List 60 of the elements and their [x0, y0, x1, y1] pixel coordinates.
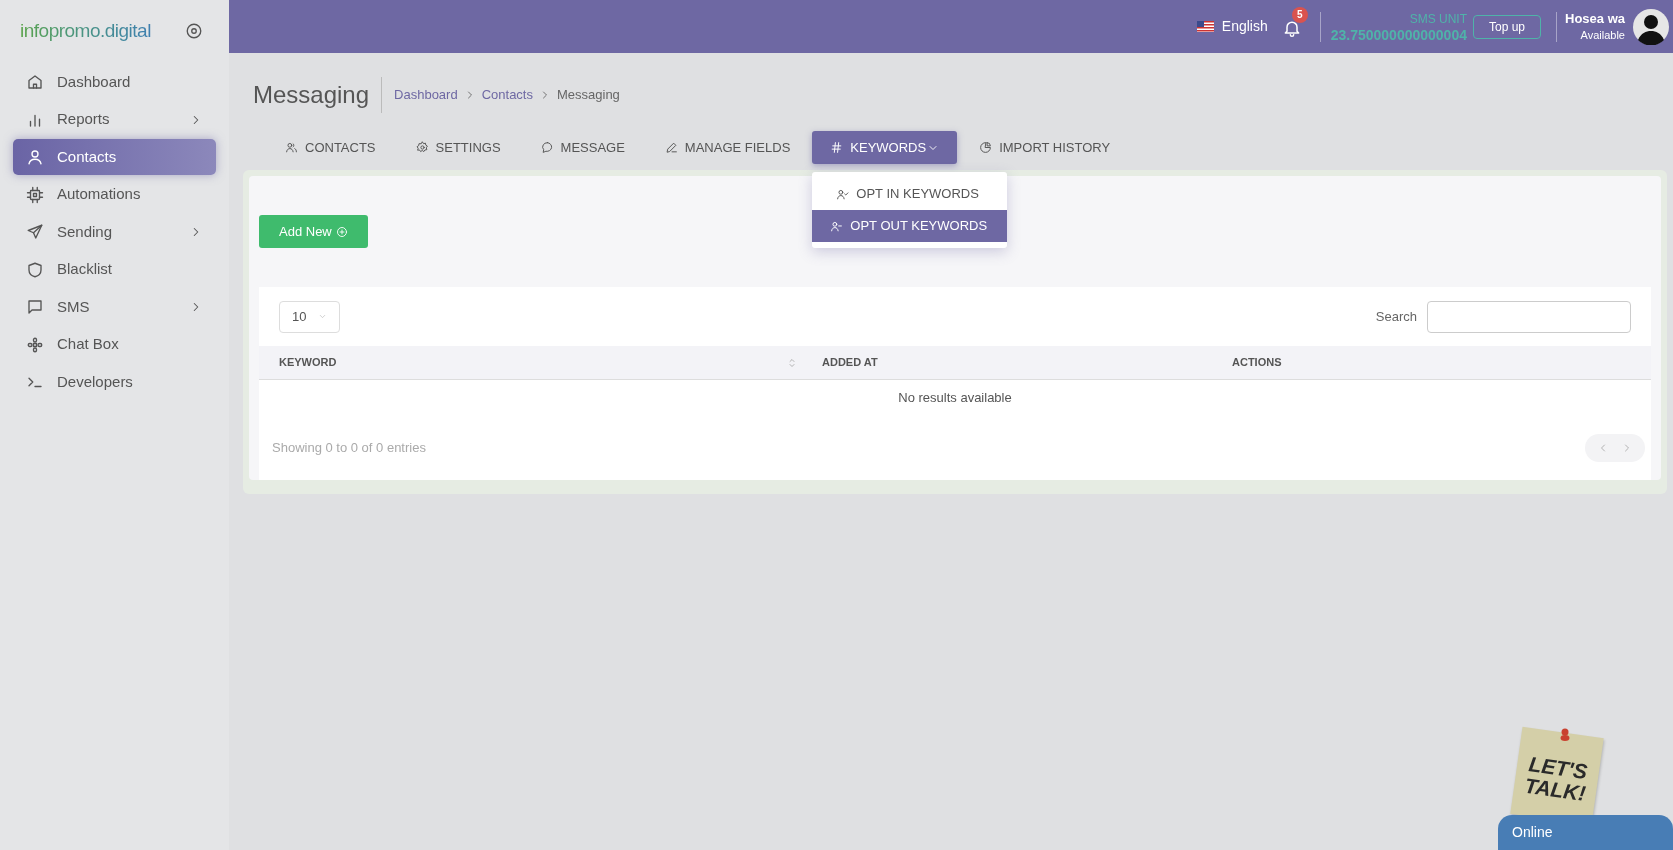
- nav-item[interactable]: Chat Box: [13, 326, 216, 363]
- home-icon: [26, 73, 44, 91]
- search-label: Search: [1375, 307, 1417, 326]
- grid-icon: [26, 335, 44, 354]
- user-status: Available: [1580, 27, 1625, 43]
- sort-icon: [786, 356, 798, 369]
- speech-bubble-icon: [540, 141, 554, 154]
- nav-item[interactable]: Dashboard: [13, 64, 216, 100]
- column-header[interactable]: KEYWORD: [259, 354, 802, 371]
- users-icon: [285, 141, 298, 154]
- gear-icon: [415, 141, 429, 154]
- nav-item[interactable]: Blacklist: [13, 251, 216, 288]
- tab[interactable]: KEYWORDS: [812, 131, 958, 164]
- pin-icon: [1560, 728, 1570, 742]
- plus-circle-icon: [335, 225, 348, 238]
- shield-icon: [26, 260, 44, 279]
- notification-badge: 5: [1291, 6, 1308, 23]
- user-name: Hosea wa: [1565, 9, 1625, 27]
- hash-icon: [830, 141, 844, 154]
- tab[interactable]: IMPORT HISTORY: [961, 131, 1129, 164]
- pie-chart-icon: [979, 141, 993, 154]
- nav-item[interactable]: Automations: [13, 176, 216, 213]
- top-up-button[interactable]: Top up: [1473, 14, 1541, 39]
- send-icon: [26, 223, 44, 241]
- column-header[interactable]: ADDED AT: [802, 354, 1212, 371]
- nav-item[interactable]: Contacts: [13, 139, 216, 175]
- breadcrumb-current: Messaging: [557, 86, 620, 105]
- language-selector[interactable]: English: [1221, 16, 1268, 37]
- chat-status-bar[interactable]: Online: [1498, 815, 1673, 850]
- toggle-icon: [185, 22, 203, 40]
- flag-icon: [1196, 21, 1214, 32]
- search-field[interactable]: [1427, 300, 1631, 333]
- menu-item[interactable]: OPT OUT KEYWORDS: [812, 210, 1008, 242]
- breadcrumb-link[interactable]: Dashboard: [394, 85, 458, 105]
- tab[interactable]: CONTACTS: [267, 131, 394, 164]
- breadcrumb-link[interactable]: Contacts: [481, 85, 533, 105]
- chevron-down-icon: [318, 312, 327, 321]
- menu-item[interactable]: OPT IN KEYWORDS: [812, 178, 1008, 210]
- nav-item[interactable]: Developers: [13, 364, 216, 400]
- chip-icon: [26, 185, 44, 204]
- tab[interactable]: MESSAGE: [522, 131, 643, 164]
- avatar-icon[interactable]: [1633, 8, 1669, 45]
- table-info: Showing 0 to 0 of 0 entries: [272, 439, 426, 458]
- tab[interactable]: MANAGE FIELDS: [646, 131, 809, 164]
- empty-message: No results available: [898, 389, 1012, 408]
- user-minus-icon: [830, 219, 844, 233]
- page-length-select[interactable]: 10: [279, 300, 340, 333]
- sms-unit-value: 23.750000000000004: [1330, 26, 1467, 43]
- user-icon: [26, 148, 44, 166]
- page-title: Messaging: [253, 77, 383, 113]
- nav-item[interactable]: SMS: [13, 289, 216, 325]
- user-check-icon: [836, 187, 850, 201]
- column-header[interactable]: ACTIONS: [1212, 354, 1651, 371]
- pencil-icon: [664, 141, 678, 154]
- tab[interactable]: SETTINGS: [397, 131, 519, 164]
- nav-item[interactable]: Sending: [13, 214, 216, 250]
- pagination[interactable]: [1585, 434, 1645, 462]
- chat-icon: [26, 298, 44, 316]
- nav-item[interactable]: Reports: [13, 101, 216, 138]
- sms-unit-label: SMS UNIT: [1409, 10, 1467, 27]
